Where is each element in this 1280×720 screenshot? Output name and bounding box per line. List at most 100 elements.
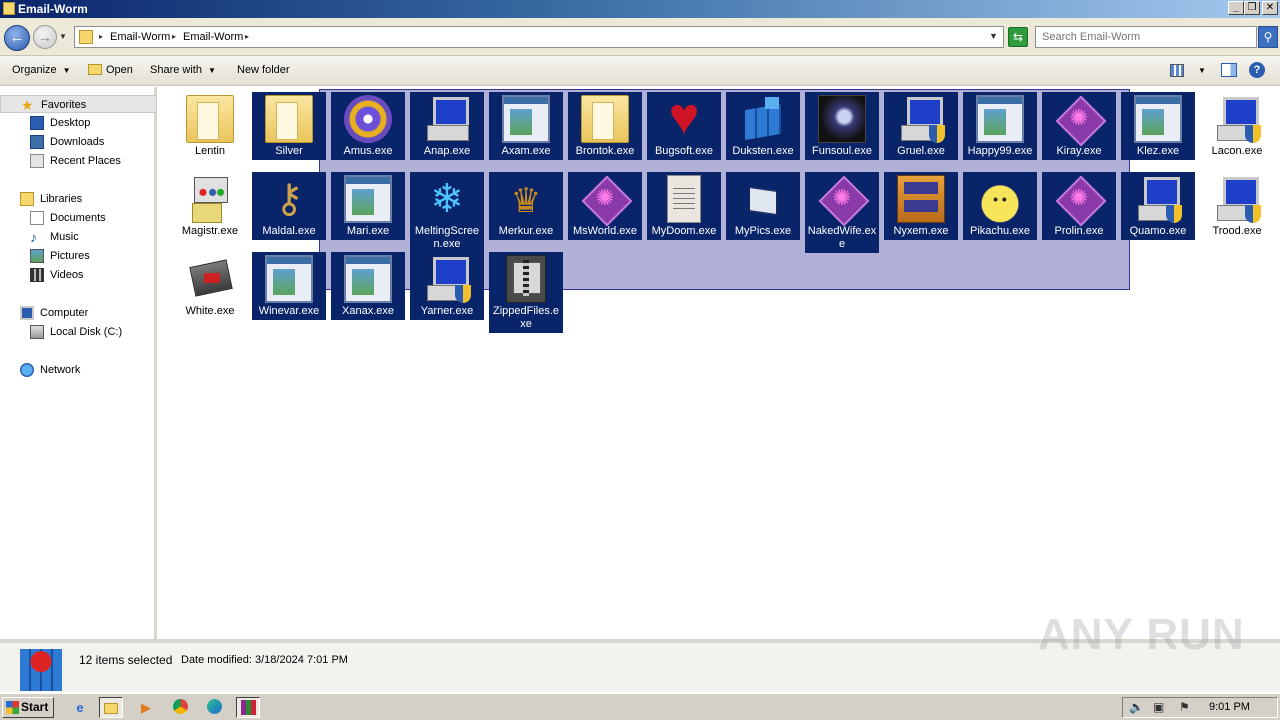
file-item[interactable]: Axam.exe (489, 92, 563, 160)
file-item[interactable]: Mari.exe (331, 172, 405, 240)
start-button[interactable]: Start (2, 697, 54, 718)
address-box[interactable]: ▸ Email-Worm ▸ Email-Worm ▸ ▼ (74, 26, 1004, 48)
file-item[interactable]: Gruel.exe (884, 92, 958, 160)
file-item[interactable]: MeltingScreen.exe (410, 172, 484, 253)
sidebar-item-label: Favorites (41, 99, 87, 111)
chevron-right-icon[interactable]: ▸ (99, 32, 103, 41)
sidebar-item-favorites[interactable]: ★ Favorites (0, 95, 157, 113)
file-item[interactable]: NakedWife.exe (805, 172, 879, 253)
file-item[interactable]: Klez.exe (1121, 92, 1195, 160)
window-icon (265, 255, 313, 303)
internet-explorer-icon[interactable]: e (68, 697, 92, 718)
file-item[interactable]: Kiray.exe (1042, 92, 1116, 160)
file-item[interactable]: Prolin.exe (1042, 172, 1116, 240)
file-item[interactable]: Silver (252, 92, 326, 160)
open-label: Open (106, 64, 133, 76)
file-item[interactable]: Lentin (173, 92, 247, 160)
file-item[interactable]: Pikachu.exe (963, 172, 1037, 240)
file-item[interactable]: Duksten.exe (726, 92, 800, 160)
sidebar-item-desktop[interactable]: Desktop (0, 114, 157, 132)
clock[interactable]: 9:01 PM (1209, 701, 1250, 713)
file-item[interactable]: Trood.exe (1200, 172, 1274, 240)
new-folder-button[interactable]: New folder (237, 64, 290, 76)
computer-shield-icon (1213, 175, 1261, 223)
media-player-icon[interactable]: ▶ (134, 697, 158, 718)
file-name: Amus.exe (343, 145, 393, 157)
sidebar-item-music[interactable]: ♪ Music (0, 228, 157, 246)
restore-button[interactable]: ❐ (1244, 1, 1260, 15)
close-button[interactable]: ✕ (1262, 1, 1278, 15)
sidebar-item-documents[interactable]: Documents (0, 209, 157, 227)
window-icon (1134, 95, 1182, 143)
winrar-icon[interactable] (236, 697, 260, 718)
snowflake-icon (423, 175, 471, 223)
file-item[interactable]: Anap.exe (410, 92, 484, 160)
chrome-icon[interactable] (168, 697, 192, 718)
change-view-icon[interactable] (1170, 64, 1184, 77)
sidebar-item-label: Recent Places (50, 155, 121, 167)
file-item[interactable]: Brontok.exe (568, 92, 642, 160)
file-item[interactable]: Nyxem.exe (884, 172, 958, 240)
refresh-button[interactable]: ⇆ (1008, 27, 1028, 47)
file-item[interactable]: Yarner.exe (410, 252, 484, 320)
chevron-down-icon: ▼ (207, 66, 216, 75)
file-item[interactable]: Funsoul.exe (805, 92, 879, 160)
minimize-button[interactable]: _ (1228, 1, 1244, 15)
forward-button[interactable]: → (33, 25, 57, 49)
sidebar-item-network[interactable]: Network (0, 361, 157, 379)
file-item[interactable]: Bugsoft.exe (647, 89, 721, 160)
file-item[interactable]: White.exe (173, 252, 247, 320)
sidebar-item-pictures[interactable]: Pictures (0, 247, 157, 265)
sidebar-item-libraries[interactable]: Libraries (0, 190, 157, 208)
file-name: Prolin.exe (1054, 225, 1104, 237)
sidebar-item-local-disk[interactable]: Local Disk (C:) (0, 323, 157, 341)
chevron-right-icon[interactable]: ▸ (245, 32, 249, 41)
search-icon[interactable]: ⚲ (1258, 26, 1278, 48)
file-item[interactable]: Magistr.exe (173, 172, 247, 240)
sidebar-item-downloads[interactable]: Downloads (0, 133, 157, 151)
back-button[interactable]: ← (4, 25, 30, 51)
file-name: Lacon.exe (1211, 145, 1263, 157)
recent-pages-dropdown[interactable]: ▼ (59, 32, 67, 41)
file-item[interactable]: MyDoom.exe (647, 172, 721, 240)
preview-pane-icon[interactable] (1221, 63, 1237, 77)
search-input[interactable] (1036, 27, 1246, 47)
share-with-button[interactable]: Share with ▼ (150, 64, 216, 76)
speaker-icon[interactable]: 🔈 (1129, 700, 1144, 714)
explorer-taskbar-icon[interactable] (99, 697, 123, 718)
computer-shield-icon (1213, 95, 1261, 143)
file-item[interactable]: Merkur.exe (489, 172, 563, 240)
file-item[interactable]: Quamo.exe (1121, 172, 1195, 240)
help-icon[interactable]: ? (1249, 62, 1265, 78)
file-item[interactable]: Lacon.exe (1200, 92, 1274, 160)
sidebar-item-label: Libraries (40, 193, 83, 205)
file-item[interactable]: MsWorld.exe (568, 172, 642, 240)
action-center-flag-icon[interactable]: ⚑ (1179, 700, 1190, 714)
file-item[interactable]: ZippedFiles.exe (489, 252, 563, 333)
open-button[interactable]: Open (88, 64, 133, 76)
sidebar-item-computer[interactable]: Computer (0, 304, 157, 322)
file-item[interactable]: Winevar.exe (252, 252, 326, 320)
edge-logo (206, 699, 222, 714)
file-item[interactable]: Amus.exe (331, 92, 405, 160)
file-item[interactable]: MyPics.exe (726, 172, 800, 240)
organize-button[interactable]: Organize ▼ (12, 64, 71, 76)
chevron-right-icon[interactable]: ▸ (172, 32, 176, 41)
network-tray-icon[interactable]: ▣ (1153, 700, 1164, 714)
file-item[interactable]: Maldal.exe (252, 172, 326, 240)
edge-icon[interactable] (202, 697, 226, 718)
star-icon: ★ (21, 97, 34, 113)
address-dropdown[interactable]: ▼ (989, 31, 998, 41)
file-name: Silver (275, 145, 303, 157)
breadcrumb-email-worm[interactable]: Email-Worm (110, 31, 170, 43)
sidebar-item-recent-places[interactable]: Recent Places (0, 152, 157, 170)
sidebar-item-label: Videos (50, 269, 84, 281)
keys-icon (265, 175, 313, 223)
breadcrumb-email-worm-2[interactable]: Email-Worm (183, 31, 243, 43)
search-box[interactable] (1035, 26, 1257, 48)
file-name: Merkur.exe (498, 225, 554, 237)
file-item[interactable]: Xanax.exe (331, 252, 405, 320)
sidebar-item-videos[interactable]: Videos (0, 266, 157, 284)
view-options-dropdown[interactable]: ▼ (1198, 66, 1206, 75)
file-item[interactable]: Happy99.exe (963, 92, 1037, 160)
